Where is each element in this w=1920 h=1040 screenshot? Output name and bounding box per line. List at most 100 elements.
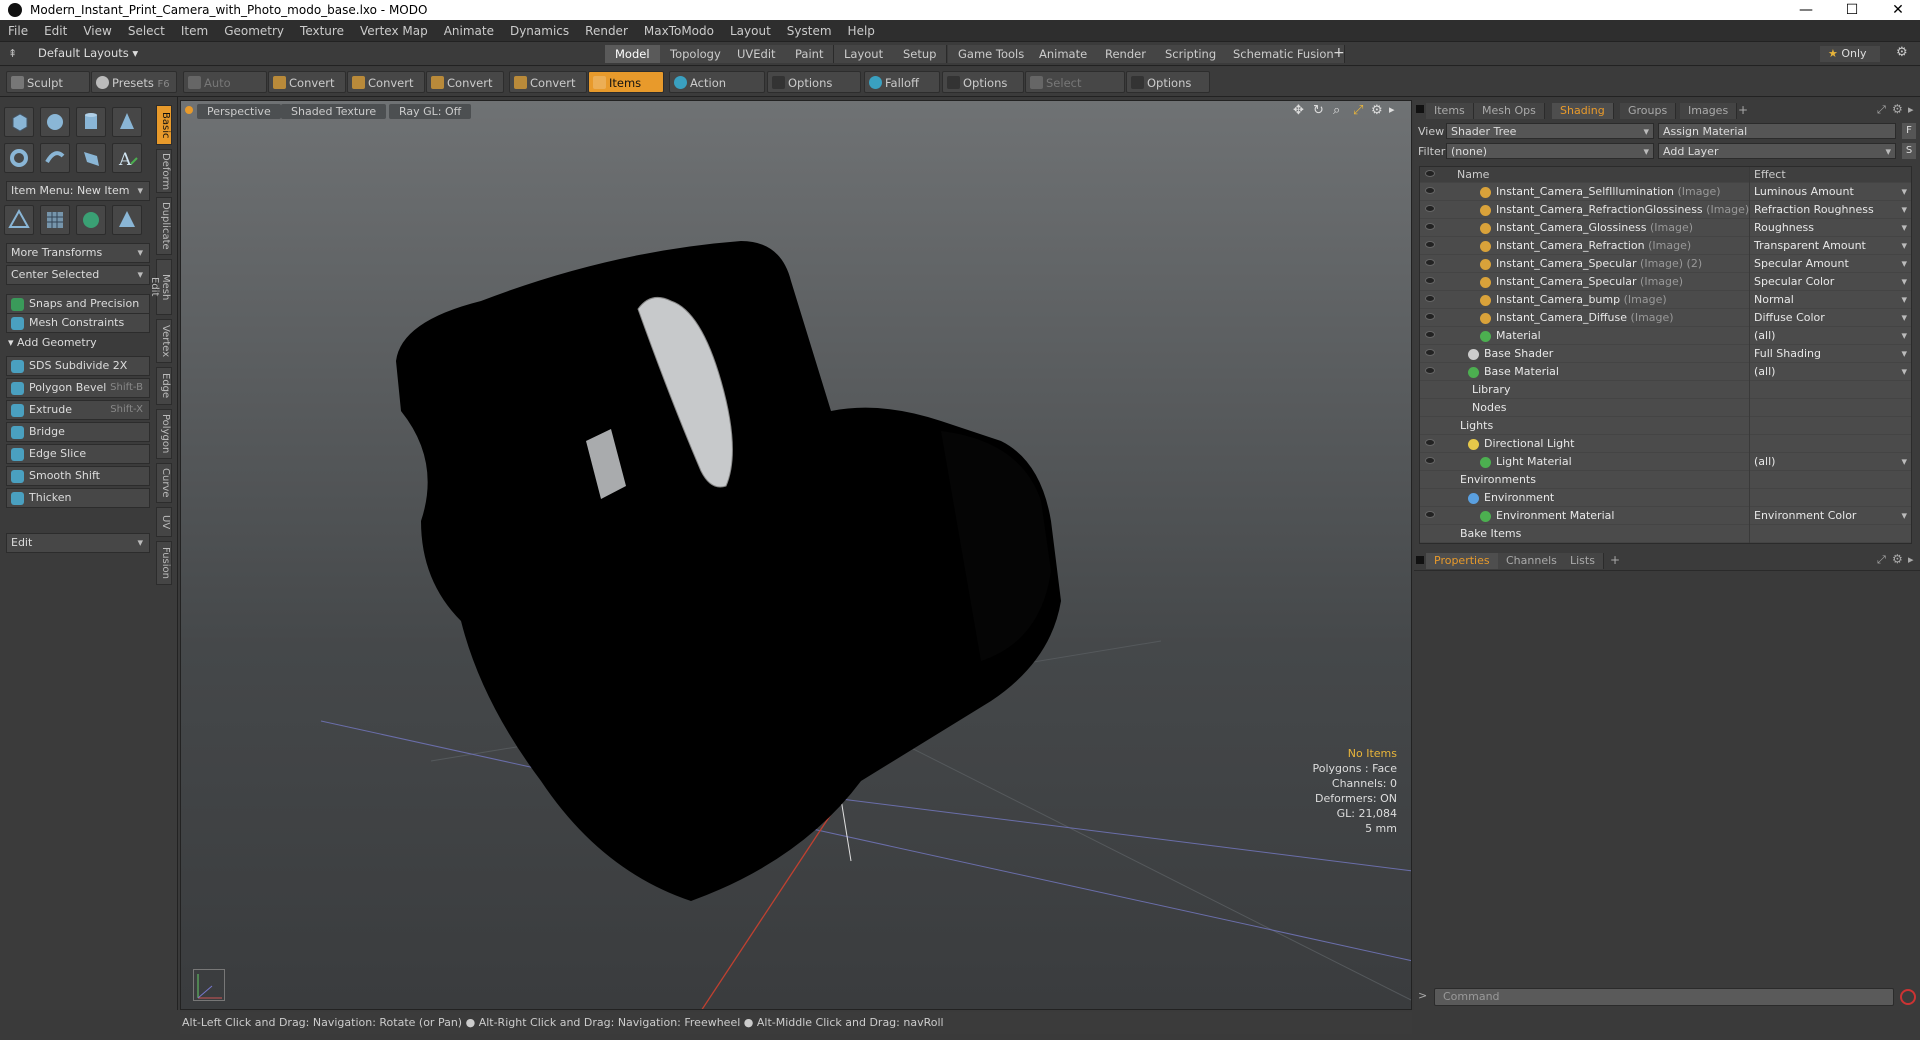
minimize-icon[interactable]: — bbox=[1784, 0, 1828, 20]
tree-row[interactable]: Environment Material Environment Color bbox=[1420, 507, 1911, 525]
tab-groups[interactable]: Groups bbox=[1620, 103, 1677, 119]
presets-button[interactable]: Presets F6 bbox=[91, 71, 177, 93]
grid-icon[interactable] bbox=[40, 205, 70, 235]
menu-system[interactable]: System bbox=[779, 24, 840, 38]
layer-effect[interactable]: Specular Color bbox=[1749, 273, 1909, 291]
falloff-options-button[interactable]: Options bbox=[942, 71, 1024, 93]
transform-icon[interactable] bbox=[4, 205, 34, 235]
vtab-duplicate[interactable]: Duplicate bbox=[156, 197, 172, 255]
panel-arrow-icon[interactable]: ▸ bbox=[1908, 553, 1914, 566]
maximize-icon[interactable]: ☐ bbox=[1830, 0, 1874, 20]
mesh-constraints-button[interactable]: Mesh Constraints bbox=[6, 313, 150, 333]
menu-texture[interactable]: Texture bbox=[292, 24, 352, 38]
eye-icon[interactable] bbox=[1425, 295, 1435, 302]
tree-row[interactable]: Instant_Camera_Specular (Image) Specular … bbox=[1420, 273, 1911, 291]
snaps-precision-button[interactable]: Snaps and Precision bbox=[6, 294, 150, 314]
vtab-basic[interactable]: Basic bbox=[156, 105, 172, 145]
select-options-button[interactable]: Options bbox=[1126, 71, 1210, 93]
tab-schematic-fusion[interactable]: Schematic Fusion bbox=[1223, 45, 1345, 63]
tab-shading[interactable]: Shading bbox=[1552, 103, 1614, 119]
assign-material-button[interactable]: Assign Material bbox=[1658, 123, 1896, 139]
menu-render[interactable]: Render bbox=[577, 24, 636, 38]
eye-icon[interactable] bbox=[1425, 241, 1435, 248]
vtab-uv[interactable]: UV bbox=[156, 507, 172, 537]
column-effect[interactable]: Effect bbox=[1749, 167, 1909, 183]
tree-row[interactable]: Instant_Camera_Refraction (Image) Transpa… bbox=[1420, 237, 1911, 255]
text-icon[interactable]: A bbox=[112, 143, 142, 173]
tab-properties[interactable]: Properties bbox=[1426, 553, 1499, 569]
tree-row[interactable]: Library bbox=[1420, 381, 1911, 399]
more-transforms-dropdown[interactable]: More Transforms bbox=[6, 243, 150, 263]
menu-geometry[interactable]: Geometry bbox=[216, 24, 292, 38]
menu-maxtomodo[interactable]: MaxToModo bbox=[636, 24, 722, 38]
tree-row[interactable]: Instant_Camera_SelfIllumination (Image) L… bbox=[1420, 183, 1911, 201]
pen-icon[interactable] bbox=[76, 143, 106, 173]
add-tab-icon[interactable]: + bbox=[1738, 103, 1748, 117]
tree-row[interactable]: Instant_Camera_Diffuse (Image) Diffuse Co… bbox=[1420, 309, 1911, 327]
eye-icon[interactable] bbox=[1425, 259, 1435, 266]
falloff-button[interactable]: Falloff bbox=[864, 71, 940, 93]
polygon-bevel-button[interactable]: Polygon Bevel Shift-B bbox=[6, 378, 150, 398]
gear-icon[interactable]: ⚙ bbox=[1896, 45, 1908, 60]
menu-animate[interactable]: Animate bbox=[436, 24, 502, 38]
bridge-button[interactable]: Bridge bbox=[6, 422, 150, 442]
vtab-polygon[interactable]: Polygon bbox=[156, 409, 172, 459]
menu-view[interactable]: View bbox=[75, 24, 119, 38]
edit-dropdown[interactable]: Edit bbox=[6, 533, 150, 553]
vtab-vertex[interactable]: Vertex bbox=[156, 319, 172, 363]
menu-layout[interactable]: Layout bbox=[722, 24, 779, 38]
auto-select-button[interactable]: Auto Select bbox=[183, 71, 267, 112]
eye-icon[interactable] bbox=[1425, 205, 1435, 212]
filter-dropdown[interactable]: (none) bbox=[1446, 143, 1654, 160]
tab-game-tools[interactable]: Game Tools bbox=[948, 45, 1036, 63]
layer-effect[interactable]: Transparent Amount bbox=[1749, 237, 1909, 255]
vtab-deform[interactable]: Deform bbox=[156, 149, 172, 193]
action-center-button[interactable]: Action Center bbox=[669, 71, 765, 112]
tab-items[interactable]: Items bbox=[1426, 103, 1474, 119]
center-selected-dropdown[interactable]: Center Selected bbox=[6, 265, 150, 285]
menu-file[interactable]: File bbox=[0, 24, 36, 38]
tab-images[interactable]: Images bbox=[1680, 103, 1738, 119]
smooth-shift-button[interactable]: Smooth Shift bbox=[6, 466, 150, 486]
tab-uvedit[interactable]: UVEdit bbox=[727, 45, 787, 63]
tree-row[interactable]: Base Shader Full Shading bbox=[1420, 345, 1911, 363]
cube-icon[interactable] bbox=[4, 107, 34, 137]
vtab-mesh-edit[interactable]: Mesh Edit bbox=[149, 259, 172, 315]
tab-channels[interactable]: Channels bbox=[1498, 553, 1566, 569]
sds-subdivide-button[interactable]: SDS Subdivide 2X bbox=[6, 356, 150, 376]
convert-button-2[interactable]: Convert bbox=[347, 71, 425, 93]
3d-viewport[interactable]: Perspective Shaded Texture Ray GL: Off ✥… bbox=[180, 100, 1412, 1010]
menu-item[interactable]: Item bbox=[173, 24, 216, 38]
tube-icon[interactable] bbox=[40, 143, 70, 173]
only-toggle[interactable]: ★ Only bbox=[1820, 46, 1880, 62]
cone-icon[interactable] bbox=[112, 107, 142, 137]
tab-paint[interactable]: Paint bbox=[785, 45, 835, 63]
layer-effect[interactable]: Specular Amount bbox=[1749, 255, 1909, 273]
view-dropdown[interactable]: Shader Tree bbox=[1446, 123, 1654, 140]
tree-row[interactable]: Instant_Camera_RefractionGlossiness (Ima… bbox=[1420, 201, 1911, 219]
command-input[interactable]: Command bbox=[1434, 988, 1894, 1006]
edge-slice-button[interactable]: Edge Slice bbox=[6, 444, 150, 464]
layer-effect[interactable]: (all) bbox=[1749, 363, 1909, 381]
s-button[interactable]: S bbox=[1902, 143, 1916, 159]
panel-gear-icon[interactable]: ⚙ bbox=[1892, 102, 1903, 116]
default-layouts-dropdown[interactable]: Default Layouts ▾ bbox=[38, 46, 138, 60]
layer-effect[interactable]: Refraction Roughness bbox=[1749, 201, 1909, 219]
eye-icon[interactable] bbox=[1425, 349, 1435, 356]
tree-row[interactable]: Base Material (all) bbox=[1420, 363, 1911, 381]
add-geometry-header[interactable]: ▾ Add Geometry bbox=[8, 336, 97, 349]
tab-animate[interactable]: Animate bbox=[1029, 45, 1099, 63]
sculpt-button[interactable]: Sculpt bbox=[6, 71, 90, 93]
f-button[interactable]: F bbox=[1902, 123, 1916, 139]
tab-topology[interactable]: Topology bbox=[660, 45, 732, 63]
tree-row[interactable]: Material (all) bbox=[1420, 327, 1911, 345]
eye-icon[interactable] bbox=[1425, 223, 1435, 230]
tab-layout[interactable]: Layout bbox=[834, 45, 895, 63]
convert-button-3[interactable]: Convert bbox=[426, 71, 504, 93]
convert-button-4[interactable]: Convert bbox=[509, 71, 587, 93]
cylinder-icon[interactable] bbox=[76, 107, 106, 137]
eye-icon[interactable] bbox=[1425, 439, 1435, 446]
action-center-options-button[interactable]: Options bbox=[767, 71, 861, 93]
torus-icon[interactable] bbox=[4, 143, 34, 173]
tree-row[interactable]: Instant_Camera_Glossiness (Image) Roughne… bbox=[1420, 219, 1911, 237]
